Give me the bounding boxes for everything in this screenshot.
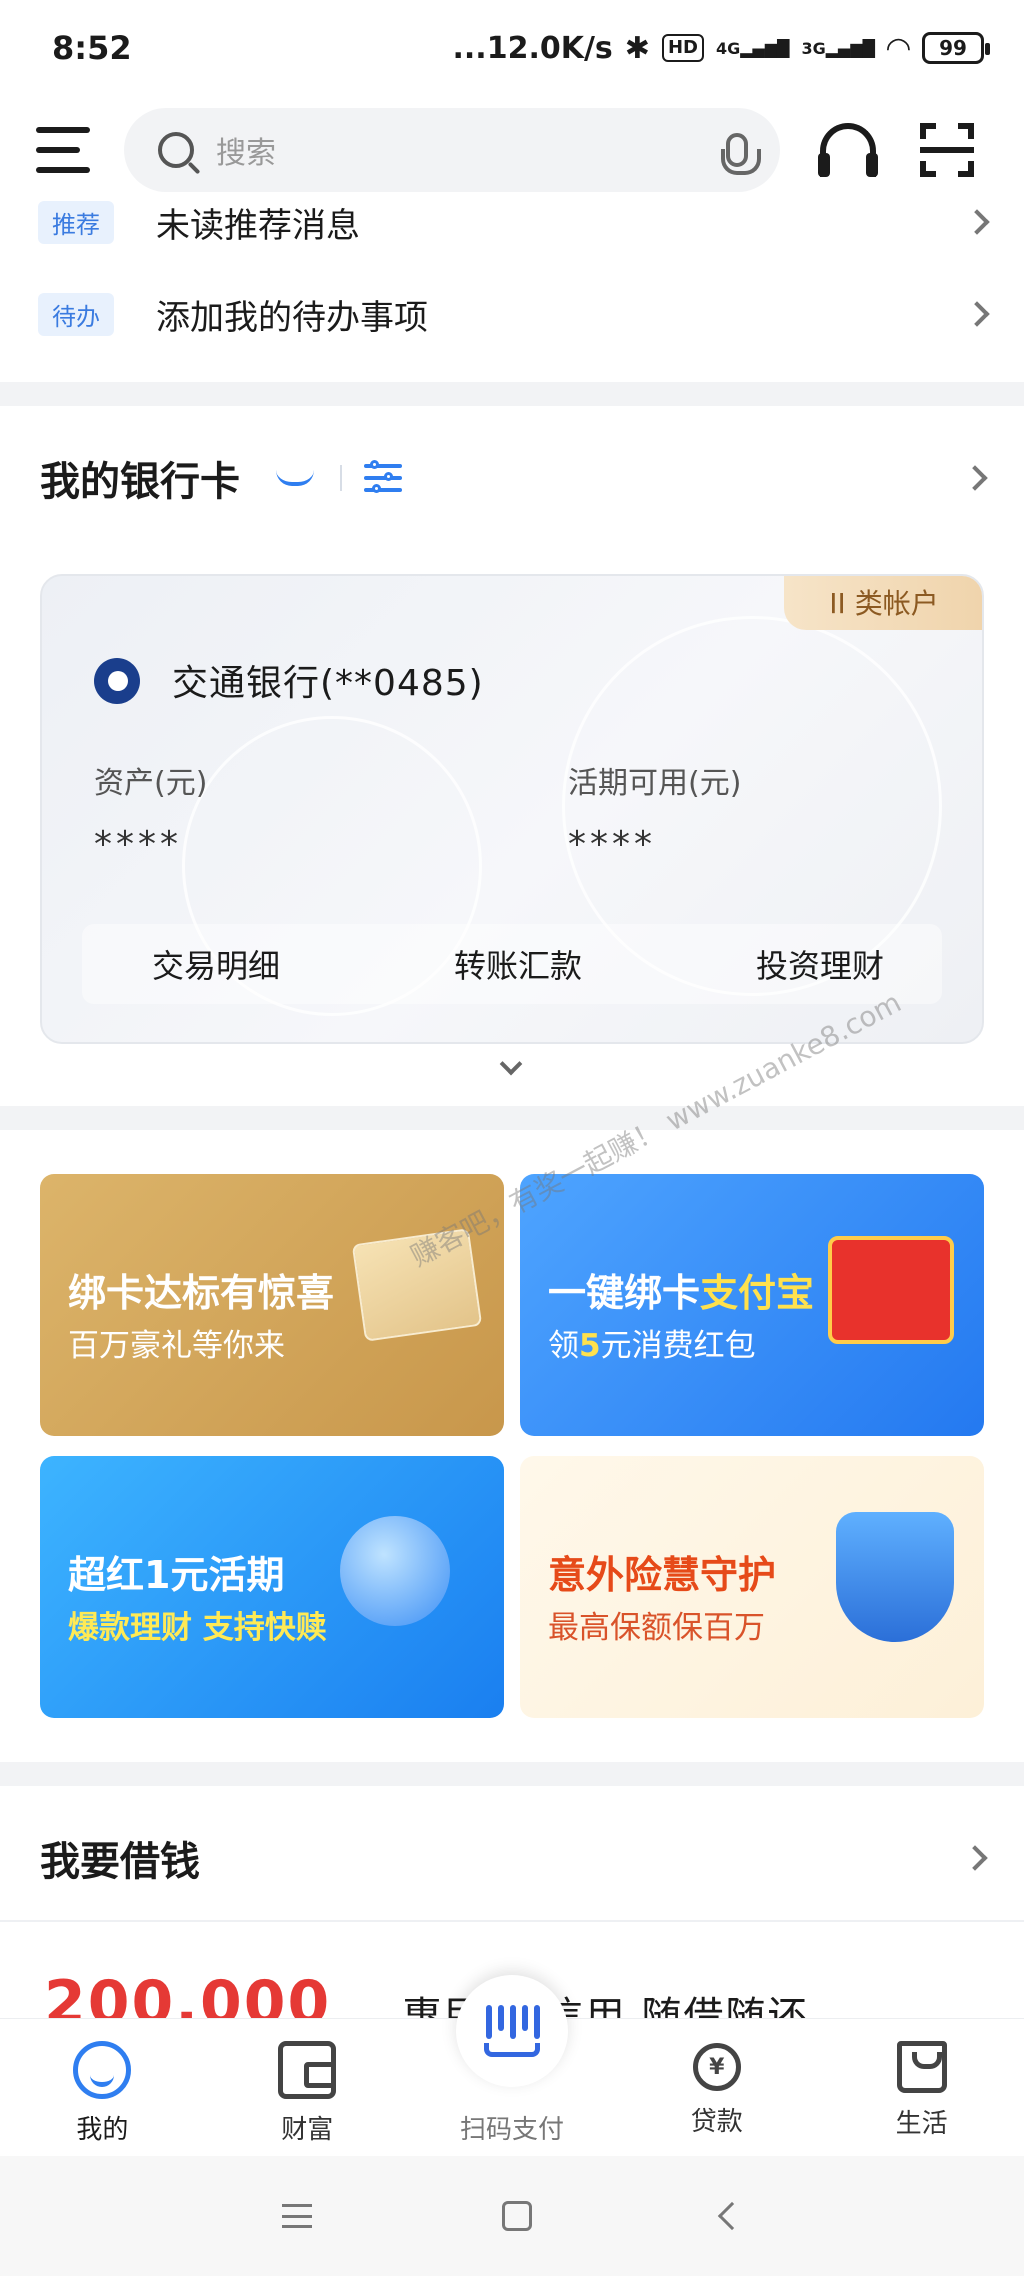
banner-subtitle: 最高保额保百万	[548, 1610, 765, 1646]
rocket-logo-illustration	[340, 1516, 450, 1626]
battery-icon: 99	[922, 32, 990, 64]
bottom-navigation: 我的 财富 扫码支付 ¥ 贷款 生活	[0, 1975, 1024, 2156]
section-divider	[0, 1762, 1024, 1786]
section-title: 我的银行卡	[40, 459, 240, 505]
expand-cards-button[interactable]	[478, 1050, 544, 1092]
bank-name: 交通银行(**0485)	[172, 663, 484, 704]
status-time: 8:52	[52, 29, 132, 67]
message-list: 推荐 未读推荐消息 待办 添加我的待办事项	[0, 190, 1024, 382]
nav-item-loan[interactable]: ¥ 贷款	[614, 2019, 819, 2156]
nav-item-me[interactable]: 我的	[0, 2019, 205, 2156]
banner-title: 绑卡达标有惊喜	[68, 1271, 335, 1315]
card-actions: 交易明细 转账汇款 投资理财	[82, 924, 942, 1004]
red-envelope-illustration	[828, 1236, 954, 1344]
nav-label: 扫码支付	[459, 2115, 564, 2145]
section-title: 我要借钱	[40, 1839, 200, 1885]
message-text: 未读推荐消息	[156, 205, 360, 246]
search-bar[interactable]: 搜索	[124, 108, 780, 192]
chevron-down-icon	[499, 1052, 523, 1076]
investment-button[interactable]: 投资理财	[756, 941, 884, 987]
available-label: 活期可用(元)	[568, 766, 742, 801]
bluetooth-icon: ✱	[624, 30, 650, 66]
gift-card-illustration	[351, 1228, 483, 1342]
bank-logo-icon	[94, 658, 140, 704]
eye-closed-icon[interactable]	[276, 470, 314, 486]
chevron-right-icon	[964, 209, 990, 235]
promo-banner-deposit[interactable]: 超红1元活期 爆款理财 支持快赎	[40, 1456, 504, 1718]
wifi-icon: ◠	[886, 30, 910, 66]
settings-sliders-icon[interactable]	[364, 460, 402, 494]
promo-banner-alipay[interactable]: 一键绑卡支付宝 领5元消费红包	[520, 1174, 984, 1436]
scan-pay-button[interactable]	[455, 1975, 568, 2087]
yuan-hand-icon: ¥	[692, 2043, 741, 2091]
transaction-details-button[interactable]: 交易明细	[152, 941, 280, 987]
available-value: ****	[568, 824, 656, 865]
separator	[340, 465, 342, 491]
top-header: 搜索	[0, 100, 1024, 200]
section-divider	[0, 1106, 1024, 1130]
loan-section-header[interactable]: 我要借钱	[40, 1828, 988, 1888]
bank-card[interactable]: II 类帐户 交通银行(**0485) 资产(元) **** 活期可用(元) *…	[40, 574, 984, 1044]
nav-label: 贷款	[690, 2107, 743, 2137]
signal-4g-icon: 4G▂▄▆█	[715, 38, 790, 58]
system-navigation-bar	[0, 2156, 1024, 2276]
smile-icon	[73, 2041, 132, 2099]
chevron-right-icon	[964, 301, 990, 327]
search-input[interactable]: 搜索	[216, 128, 726, 172]
microphone-icon[interactable]	[721, 133, 761, 175]
message-tag: 推荐	[38, 200, 114, 244]
scan-icon[interactable]	[920, 123, 974, 177]
message-row-todo[interactable]: 待办 添加我的待办事项	[0, 282, 1024, 346]
shopping-bag-icon	[896, 2041, 947, 2093]
nav-item-life[interactable]: 生活	[819, 2019, 1024, 2156]
status-indicators: ...12.0K/s ✱ HD 4G▂▄▆█ 3G▂▄▆█ ◠ 99	[452, 30, 990, 66]
barcode-scan-icon	[480, 1999, 544, 2063]
chevron-right-icon[interactable]	[962, 465, 988, 491]
chevron-right-icon	[962, 1845, 988, 1871]
assets-value: ****	[94, 824, 182, 865]
divider	[0, 1920, 1024, 1922]
message-tag: 待办	[38, 292, 114, 336]
banner-subtitle: 领5元消费红包	[548, 1328, 756, 1364]
account-type-badge: II 类帐户	[784, 576, 982, 630]
nav-label: 生活	[895, 2109, 948, 2139]
bank-card-section-header[interactable]: 我的银行卡	[40, 448, 988, 508]
banner-title: 超红1元活期	[68, 1553, 285, 1597]
promo-banner-bind-card[interactable]: 绑卡达标有惊喜 百万豪礼等你来	[40, 1174, 504, 1436]
nav-item-scan-pay[interactable]: 扫码支付	[410, 1975, 615, 2156]
nav-label: 我的	[76, 2115, 129, 2145]
nav-item-wealth[interactable]: 财富	[205, 2019, 410, 2156]
banner-title: 一键绑卡支付宝	[548, 1271, 815, 1315]
back-icon[interactable]	[717, 2201, 747, 2231]
banner-subtitle: 爆款理财 支持快赎	[68, 1610, 327, 1646]
shield-illustration	[836, 1512, 954, 1642]
transfer-button[interactable]: 转账汇款	[454, 941, 582, 987]
customer-service-icon[interactable]	[818, 123, 878, 177]
signal-3g-icon: 3G▂▄▆█	[801, 38, 875, 58]
search-icon	[158, 132, 194, 168]
network-speed: ...12.0K/s	[452, 30, 613, 66]
recent-apps-icon[interactable]	[282, 2204, 312, 2228]
menu-icon[interactable]	[36, 127, 94, 173]
assets-label: 资产(元)	[94, 766, 208, 801]
banner-subtitle: 百万豪礼等你来	[68, 1328, 285, 1364]
hd-icon: HD	[661, 34, 704, 62]
message-text: 添加我的待办事项	[156, 297, 428, 338]
promo-banner-insurance[interactable]: 意外险慧守护 最高保额保百万	[520, 1456, 984, 1718]
banner-title: 意外险慧守护	[548, 1553, 777, 1597]
home-icon[interactable]	[502, 2201, 532, 2231]
status-bar: 8:52 ...12.0K/s ✱ HD 4G▂▄▆█ 3G▂▄▆█ ◠ 99	[0, 0, 1024, 96]
wallet-icon	[278, 2041, 337, 2099]
section-divider	[0, 382, 1024, 406]
nav-label: 财富	[281, 2115, 334, 2145]
